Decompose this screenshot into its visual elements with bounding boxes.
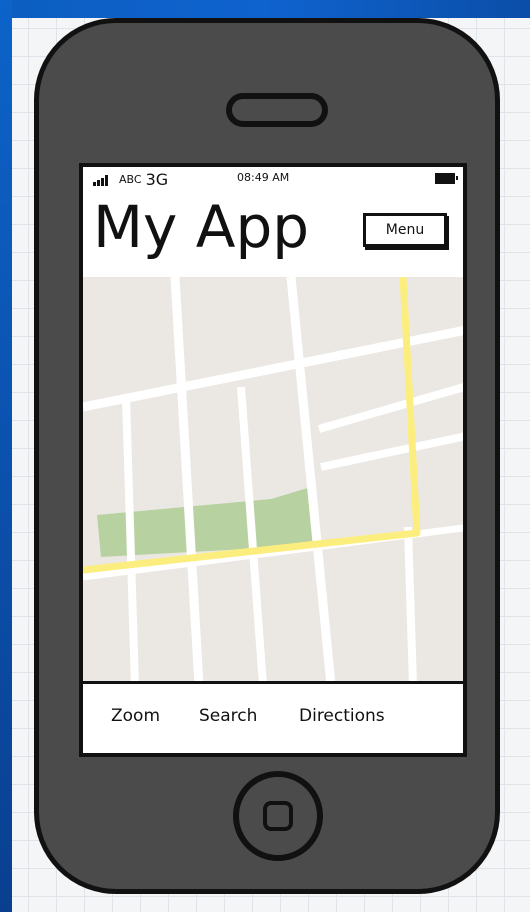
- app-title: My App: [93, 193, 310, 261]
- directions-button[interactable]: Directions: [299, 706, 385, 726]
- battery-icon: [435, 173, 458, 184]
- map-canvas[interactable]: [83, 276, 467, 686]
- status-bar: ABC 3G 08:49 AM: [83, 167, 463, 191]
- carrier-info: ABC 3G: [93, 170, 168, 189]
- zoom-button[interactable]: Zoom: [111, 706, 160, 726]
- search-button[interactable]: Search: [199, 706, 257, 726]
- bottom-toolbar: Zoom Search Directions: [83, 681, 463, 753]
- menu-button[interactable]: Menu: [363, 213, 447, 247]
- signal-strength-icon: [93, 174, 115, 186]
- app-header: My App Menu: [83, 189, 463, 271]
- carrier-label: ABC: [119, 173, 142, 186]
- phone-screen: ABC 3G 08:49 AM My App Menu Zoom Search …: [79, 163, 467, 757]
- canvas-top-band: [0, 0, 530, 18]
- speaker-icon: [226, 93, 328, 127]
- home-button[interactable]: [233, 771, 323, 861]
- network-label: 3G: [145, 170, 169, 189]
- home-button-icon: [263, 801, 293, 831]
- road: [404, 526, 417, 686]
- phone-frame: ABC 3G 08:49 AM My App Menu Zoom Search …: [34, 18, 500, 894]
- canvas-left-band: [0, 0, 12, 912]
- status-time: 08:49 AM: [237, 171, 290, 184]
- map-view[interactable]: [83, 276, 467, 686]
